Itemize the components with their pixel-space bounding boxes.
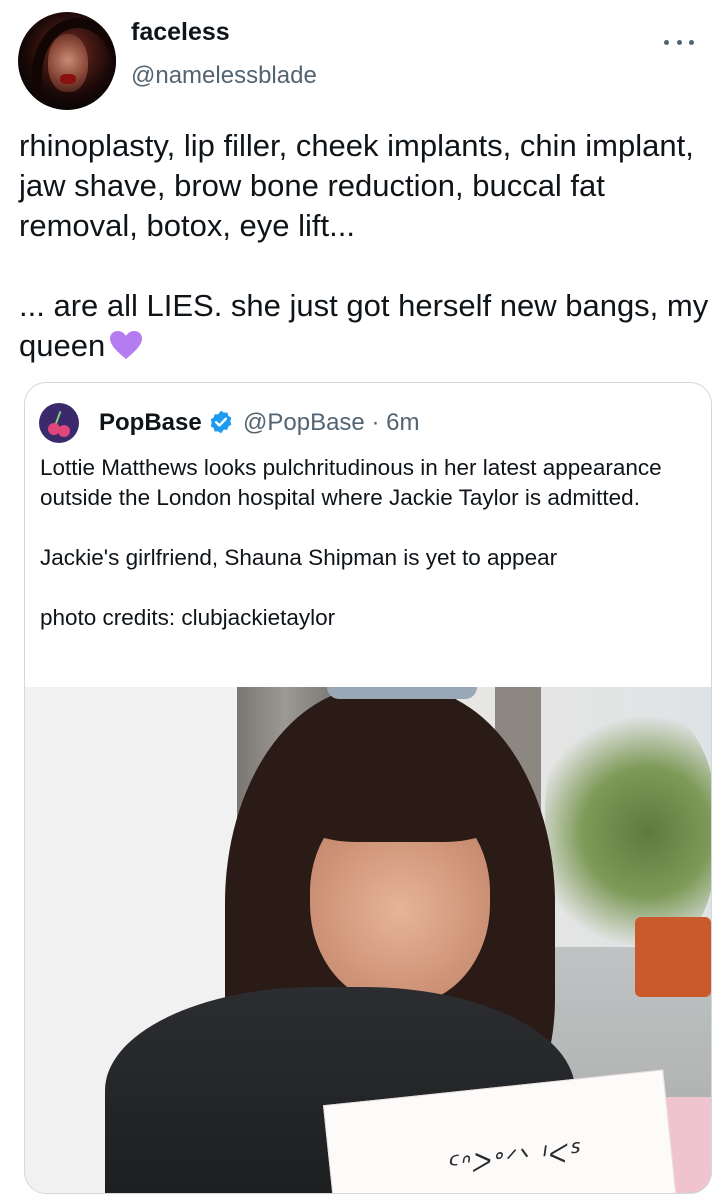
more-options-icon[interactable] [664, 32, 694, 52]
author-display-name[interactable]: faceless [131, 18, 230, 47]
verified-badge-icon [210, 410, 232, 434]
author-avatar[interactable] [18, 12, 116, 110]
quoted-author-display-name[interactable]: PopBase [99, 409, 202, 437]
quoted-author-avatar[interactable] [39, 403, 79, 443]
quoted-author-meta[interactable]: @PopBase · 6m [243, 409, 419, 437]
avatar-detail [60, 74, 76, 84]
quoted-tweet-photo[interactable]: ᑦᐢᐳᐤᐟᐠ ᑊᐸᔆ [25, 687, 711, 1193]
tweet-body: rhinoplasty, lip filler, cheek implants,… [19, 128, 709, 363]
quoted-author-handle: @PopBase [243, 409, 365, 436]
purple-heart-icon [110, 331, 143, 359]
quoted-tweet[interactable]: PopBase @PopBase · 6m Lottie Matthews lo… [24, 382, 712, 1194]
quoted-tweet-text: Lottie Matthews looks pulchritudinous in… [40, 455, 662, 630]
quoted-tweet-time: · 6m [371, 409, 420, 436]
author-handle[interactable]: @namelessblade [131, 62, 317, 90]
tweet-text: rhinoplasty, lip filler, cheek implants,… [19, 126, 709, 366]
